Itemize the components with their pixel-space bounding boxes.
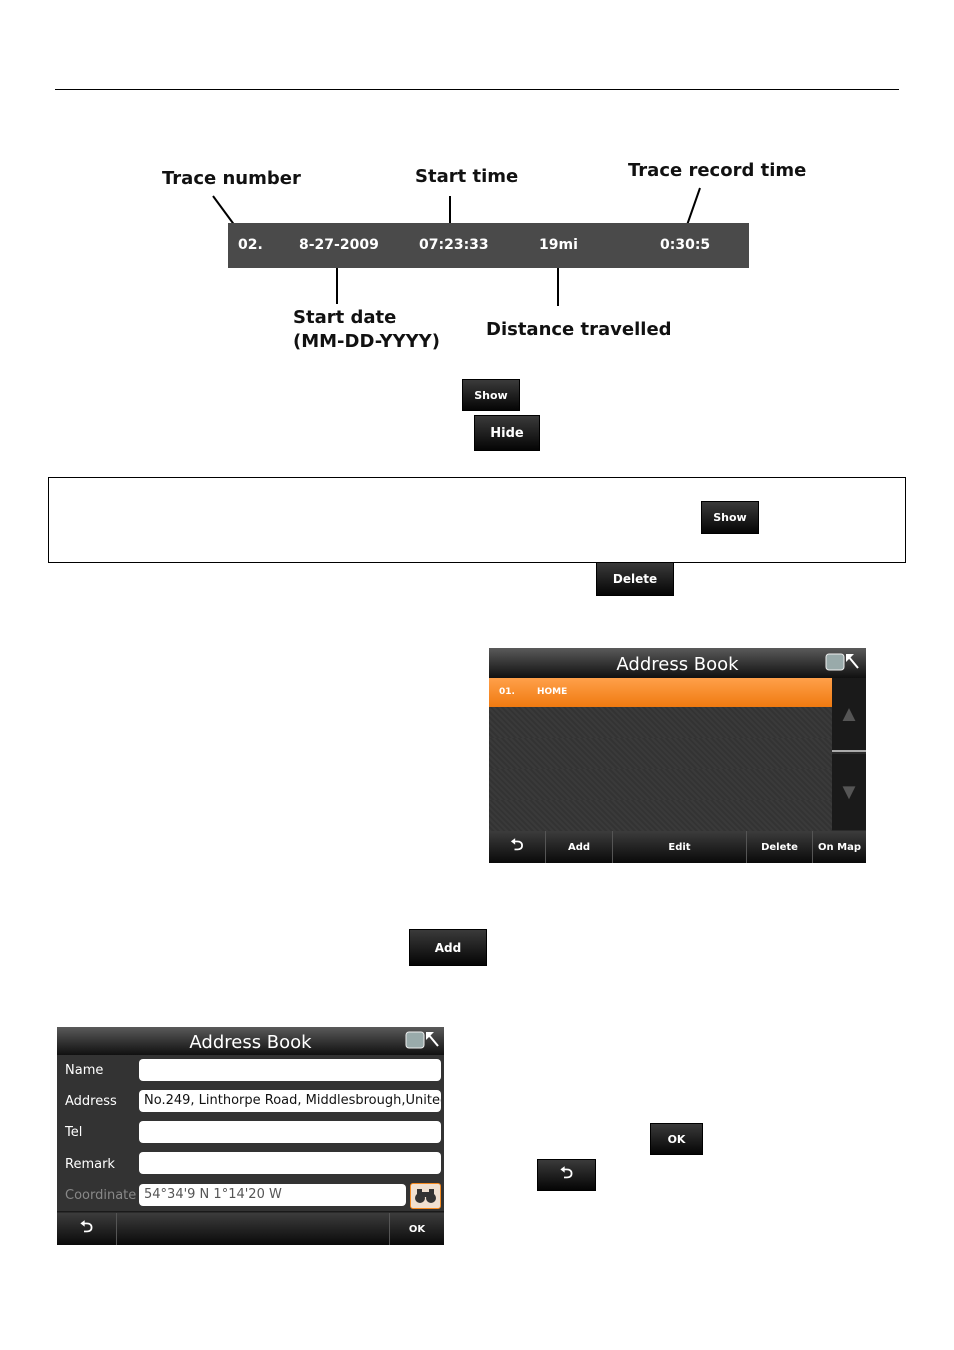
trace-bar: 02. 8-27-2009 07:23:33 19mi 0:30:5 bbox=[228, 223, 749, 268]
arrow-up-icon: ▲ bbox=[838, 701, 860, 726]
binoculars-icon bbox=[415, 1189, 436, 1203]
callout-lines bbox=[212, 187, 701, 306]
list-item[interactable]: 01. HOME bbox=[489, 678, 832, 707]
add-button-standalone[interactable]: Add bbox=[409, 929, 487, 966]
on-map-button[interactable]: On Map bbox=[813, 831, 866, 863]
list-item-empty[interactable] bbox=[489, 738, 832, 770]
name-label: Name bbox=[65, 1063, 104, 1078]
coordinate-field: 54°34'9 N 1°14'20 W bbox=[139, 1184, 406, 1206]
tel-label: Tel bbox=[65, 1125, 83, 1140]
trace-bar-record-time: 0:30:5 bbox=[660, 237, 711, 253]
list-item-empty[interactable] bbox=[489, 800, 832, 832]
list-item-empty[interactable] bbox=[489, 769, 832, 801]
trace-bar-number: 02. bbox=[238, 237, 263, 253]
ok-button-standalone[interactable]: OK bbox=[650, 1123, 703, 1155]
back-button-standalone[interactable]: ⮌ bbox=[537, 1159, 596, 1191]
binoculars-button[interactable] bbox=[410, 1183, 441, 1209]
tel-field[interactable] bbox=[139, 1121, 441, 1143]
scroll-down-button[interactable]: ▼ bbox=[832, 754, 866, 830]
name-field[interactable] bbox=[139, 1059, 441, 1081]
list-item-number: 01. bbox=[499, 687, 515, 697]
map-cursor-icon[interactable] bbox=[824, 651, 862, 673]
form-back-button[interactable]: ⮌ bbox=[57, 1213, 117, 1245]
delete-button[interactable]: Delete bbox=[596, 562, 674, 596]
note-box bbox=[48, 477, 906, 563]
callout-record-time bbox=[685, 187, 701, 229]
list-title: Address Book bbox=[489, 648, 866, 678]
arrow-down-icon: ▼ bbox=[838, 779, 860, 804]
trace-bar-distance: 19mi bbox=[539, 237, 578, 253]
form-title: Address Book bbox=[57, 1027, 444, 1055]
address-book-list-screen: Address Book 01. HOME ▲ ▼ ⮌ Add Edit Del… bbox=[489, 648, 866, 863]
address-book-form-screen: Address Book Name Address No.249, Lintho… bbox=[57, 1027, 444, 1245]
coordinate-label: Coordinate bbox=[65, 1188, 137, 1203]
map-cursor-icon-svg bbox=[825, 653, 859, 671]
address-label: Address bbox=[65, 1094, 117, 1109]
map-cursor-icon-svg bbox=[405, 1031, 439, 1049]
list-delete-button[interactable]: Delete bbox=[747, 831, 813, 863]
note-show-button[interactable]: Show bbox=[701, 501, 759, 534]
show-button[interactable]: Show bbox=[462, 379, 520, 411]
address-field[interactable]: No.249, Linthorpe Road, Middlesbrough,Un… bbox=[139, 1090, 441, 1112]
list-item-empty[interactable] bbox=[489, 707, 832, 739]
back-button[interactable]: ⮌ bbox=[489, 831, 546, 863]
toolbar-spacer bbox=[117, 1213, 390, 1245]
trace-bar-time: 07:23:33 bbox=[419, 237, 489, 253]
remark-label: Remark bbox=[65, 1157, 115, 1172]
trace-bar-date: 8-27-2009 bbox=[299, 237, 379, 253]
back-arrow-icon: ⮌ bbox=[80, 1216, 93, 1236]
map-cursor-icon[interactable] bbox=[404, 1029, 442, 1051]
list-item-name: HOME bbox=[537, 687, 568, 697]
edit-button[interactable]: Edit bbox=[613, 831, 747, 863]
form-ok-button[interactable]: OK bbox=[390, 1213, 444, 1245]
add-button[interactable]: Add bbox=[546, 831, 613, 863]
back-arrow-icon: ⮌ bbox=[560, 1162, 573, 1182]
remark-field[interactable] bbox=[139, 1152, 441, 1174]
hide-button[interactable]: Hide bbox=[474, 415, 540, 451]
back-arrow-icon: ⮌ bbox=[510, 834, 524, 854]
scroll-up-button[interactable]: ▲ bbox=[832, 678, 866, 752]
